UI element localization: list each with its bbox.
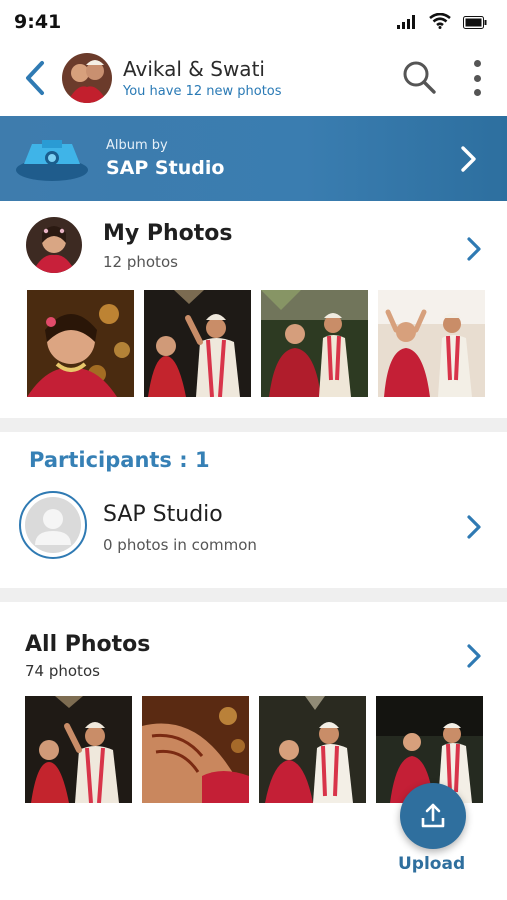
- search-icon: [403, 61, 436, 94]
- more-options-button[interactable]: [466, 58, 488, 98]
- back-button[interactable]: [18, 58, 52, 98]
- header: Avikal & Swati You have 12 new photos: [0, 44, 507, 114]
- chevron-right-icon: [461, 146, 476, 172]
- chevron-right-icon: [467, 644, 481, 668]
- studio-logo: [14, 136, 90, 184]
- upload-label[interactable]: Upload: [398, 854, 465, 874]
- photo-thumbnail[interactable]: [144, 290, 251, 397]
- couple-avatar[interactable]: [62, 53, 112, 103]
- participants-section: Participants : 1 SAP Studio 0 photos in …: [0, 432, 507, 588]
- signal-icon: [397, 14, 417, 33]
- my-photos-chevron[interactable]: [464, 235, 484, 263]
- my-photos-section: My Photos 12 photos: [0, 201, 507, 418]
- participant-name[interactable]: SAP Studio: [103, 502, 223, 527]
- my-avatar: [26, 217, 82, 273]
- participant-avatar[interactable]: [19, 491, 87, 559]
- upload-icon: [421, 803, 445, 828]
- photo-thumbnail[interactable]: [259, 696, 366, 803]
- search-button[interactable]: [400, 58, 438, 96]
- status-time: 9:41: [14, 11, 62, 33]
- participants-title: Participants : 1: [29, 448, 210, 472]
- new-photos-notice: You have 12 new photos: [123, 84, 282, 99]
- upload-button[interactable]: [400, 783, 466, 849]
- my-photos-title: My Photos: [103, 221, 233, 246]
- album-banner[interactable]: Album by SAP Studio: [0, 116, 507, 201]
- album-chevron[interactable]: [458, 144, 480, 174]
- status-icons: [397, 12, 487, 33]
- photo-thumbnail[interactable]: [261, 290, 368, 397]
- album-studio-name: SAP Studio: [106, 157, 225, 179]
- photo-thumbnail[interactable]: [378, 290, 485, 397]
- all-photos-chevron[interactable]: [464, 642, 484, 670]
- participant-common-count: 0 photos in common: [103, 536, 257, 554]
- battery-icon: [463, 14, 487, 33]
- wifi-icon: [429, 12, 451, 33]
- chevron-right-icon: [467, 515, 481, 539]
- photo-thumbnail[interactable]: [25, 696, 132, 803]
- chevron-right-icon: [467, 237, 481, 261]
- my-photos-thumbnails: [27, 290, 485, 397]
- my-photos-count: 12 photos: [103, 253, 178, 271]
- status-bar: 9:41: [0, 0, 507, 44]
- photo-thumbnail[interactable]: [142, 696, 249, 803]
- photo-thumbnail[interactable]: [27, 290, 134, 397]
- participant-chevron[interactable]: [464, 513, 484, 541]
- more-vertical-icon: [473, 60, 481, 67]
- all-photos-count: 74 photos: [25, 662, 100, 680]
- all-photos-title: All Photos: [25, 632, 151, 657]
- section-divider: [0, 588, 507, 602]
- chat-title: Avikal & Swati: [123, 57, 265, 81]
- album-by-label: Album by: [106, 138, 168, 153]
- section-divider: [0, 418, 507, 432]
- back-icon: [26, 61, 44, 95]
- user-placeholder-icon: [25, 497, 81, 553]
- all-photos-thumbnails: [25, 696, 483, 803]
